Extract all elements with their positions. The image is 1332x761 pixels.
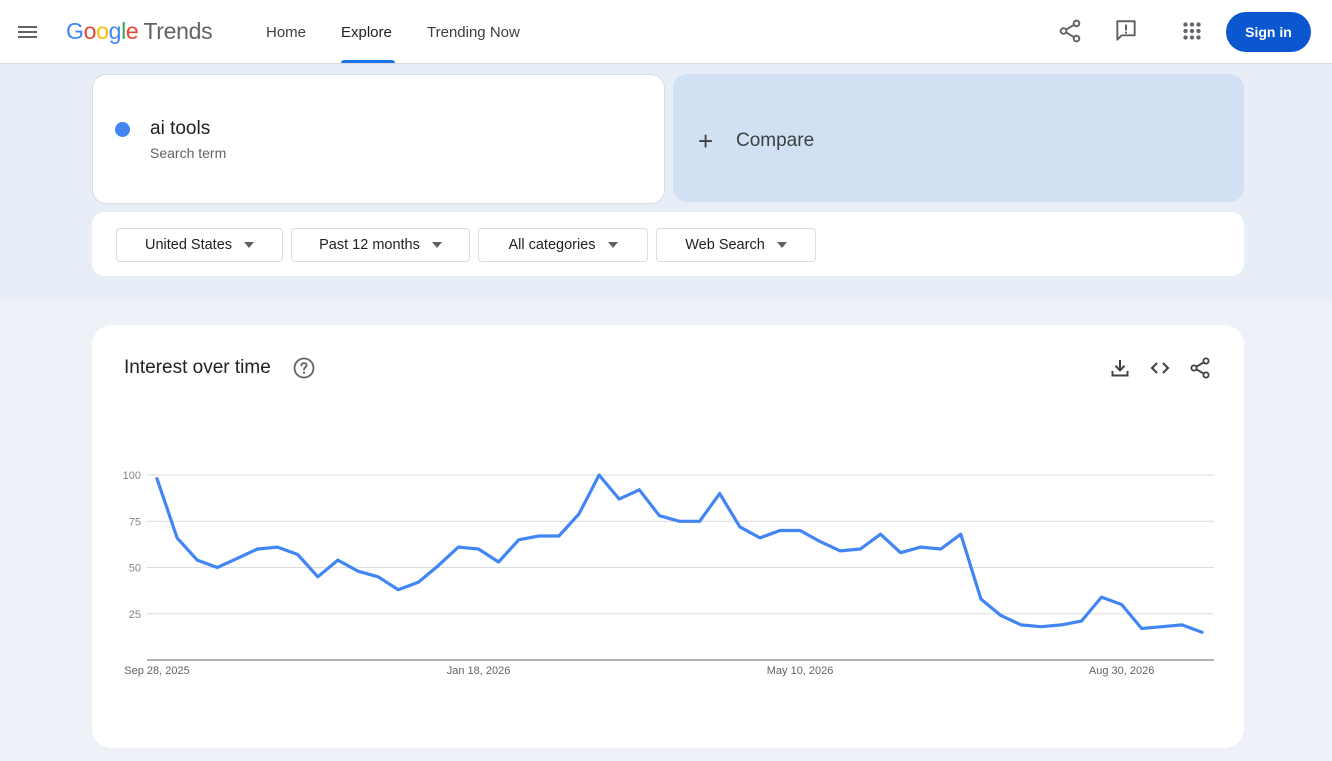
x-tick-label: Aug 30, 2026 xyxy=(1089,665,1154,677)
data-point xyxy=(798,529,802,532)
data-point xyxy=(1180,623,1184,627)
data-point xyxy=(437,564,440,567)
data-point xyxy=(638,488,641,491)
data-point xyxy=(658,514,661,517)
data-point xyxy=(1080,619,1083,623)
data-point xyxy=(557,534,561,538)
data-point xyxy=(175,536,179,540)
data-point xyxy=(1060,623,1063,627)
data-point xyxy=(778,529,782,532)
data-point xyxy=(818,540,822,543)
data-point xyxy=(899,551,902,554)
data-point xyxy=(417,581,420,584)
y-tick-label: 75 xyxy=(129,516,141,528)
data-point xyxy=(155,477,159,480)
data-point xyxy=(698,520,701,523)
data-point xyxy=(959,533,963,536)
data-point xyxy=(1120,603,1123,606)
data-point xyxy=(979,597,983,601)
x-tick-label: Sep 28, 2025 xyxy=(124,665,189,677)
y-tick-label: 25 xyxy=(129,609,141,621)
data-point xyxy=(537,534,541,538)
data-point xyxy=(1019,623,1023,627)
data-point xyxy=(517,538,520,541)
data-point xyxy=(316,575,319,578)
data-point xyxy=(336,558,340,562)
data-point xyxy=(879,533,882,536)
data-point xyxy=(256,547,259,551)
data-point xyxy=(718,492,721,495)
data-point xyxy=(376,575,380,578)
data-point xyxy=(477,547,480,551)
data-point xyxy=(396,588,400,591)
line-chart[interactable]: 25 50 75 100 Sep 28, 2025 Jan 18, 2026 May 10,… xyxy=(0,0,1332,761)
data-point xyxy=(195,558,199,562)
data-point xyxy=(999,614,1003,617)
x-tick-label: May 10, 2026 xyxy=(767,665,834,677)
data-point xyxy=(1100,595,1103,599)
data-point xyxy=(738,525,741,528)
data-point xyxy=(457,545,460,549)
data-point xyxy=(919,545,922,549)
data-point xyxy=(1040,625,1043,628)
data-point xyxy=(1140,627,1143,630)
data-point xyxy=(577,512,581,516)
data-point xyxy=(236,557,239,560)
data-point xyxy=(1200,631,1204,634)
data-point xyxy=(597,473,601,477)
data-point xyxy=(758,536,762,540)
y-tick-label: 100 xyxy=(123,470,141,482)
data-point xyxy=(678,520,681,523)
y-tick-label: 50 xyxy=(129,563,141,575)
data-point xyxy=(497,560,500,564)
x-tick-label: Jan 18, 2026 xyxy=(447,665,511,677)
data-point xyxy=(1160,625,1164,628)
data-point xyxy=(296,553,299,556)
data-point xyxy=(839,549,842,553)
data-point xyxy=(216,566,219,569)
data-point xyxy=(859,547,862,551)
data-point xyxy=(276,545,279,549)
data-point xyxy=(939,547,942,551)
series-line xyxy=(155,473,1204,634)
data-point xyxy=(618,497,621,501)
data-point xyxy=(356,570,360,573)
